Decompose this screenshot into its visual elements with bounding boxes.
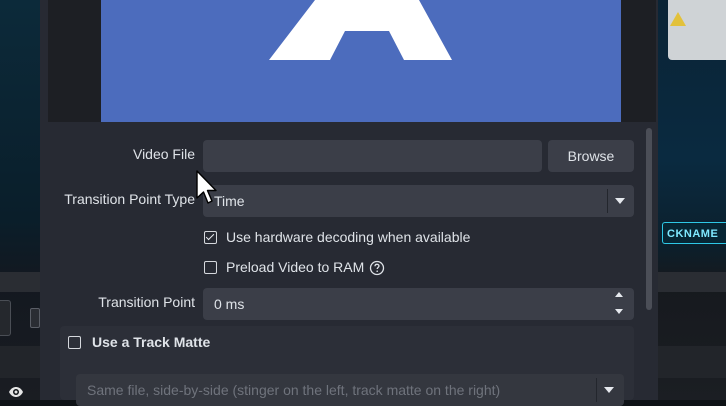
preload-video-label[interactable]: Preload Video to RAM xyxy=(226,259,364,275)
chevron-down-icon[interactable] xyxy=(604,387,614,393)
background-toolbar-right xyxy=(658,272,726,292)
background-scene-right xyxy=(658,0,726,400)
track-matte-checkbox[interactable] xyxy=(68,336,81,349)
scrollbar[interactable] xyxy=(646,128,652,310)
select-divider xyxy=(607,189,608,213)
eye-icon[interactable] xyxy=(8,384,24,400)
background-nickname-label: CKNAME xyxy=(662,222,726,244)
transition-point-type-label: Transition Point Type xyxy=(64,191,195,207)
chevron-down-icon[interactable] xyxy=(615,198,625,204)
background-button xyxy=(0,300,11,336)
hardware-decoding-label[interactable]: Use hardware decoding when available xyxy=(226,229,470,245)
help-circle-icon[interactable] xyxy=(369,260,385,276)
caret-down-icon[interactable] xyxy=(615,309,623,314)
background-bar-right xyxy=(658,346,726,378)
select-divider xyxy=(596,378,597,402)
background-warning-panel xyxy=(668,0,726,60)
stinger-properties-dialog: Video File Browse Transition Point Type … xyxy=(40,0,658,406)
background-toolbar-left xyxy=(0,272,40,292)
browse-button[interactable]: Browse xyxy=(548,140,634,172)
background-button xyxy=(30,308,40,328)
mouse-pointer-icon xyxy=(196,170,217,204)
track-matte-group: Use a Track Matte Same file, side-by-sid… xyxy=(60,326,634,406)
transition-point-spinbox[interactable]: 0 ms xyxy=(203,288,634,320)
track-matte-label[interactable]: Use a Track Matte xyxy=(92,334,210,350)
hardware-decoding-checkbox[interactable] xyxy=(204,231,217,244)
track-matte-layout-value: Same file, side-by-side (stinger on the … xyxy=(87,382,501,398)
preload-video-checkbox[interactable] xyxy=(204,261,217,274)
track-matte-layout-select[interactable]: Same file, side-by-side (stinger on the … xyxy=(76,374,624,406)
caret-up-icon[interactable] xyxy=(615,292,623,297)
preview-logo xyxy=(269,0,452,60)
background-bar-left xyxy=(0,346,40,378)
video-file-input[interactable] xyxy=(203,140,542,172)
background-scene-left xyxy=(0,0,40,400)
hazard-icon xyxy=(670,12,686,26)
transition-point-type-select[interactable]: Time xyxy=(203,185,634,217)
video-file-label: Video File xyxy=(132,146,195,162)
transition-point-label: Transition Point xyxy=(98,294,195,310)
preview-frame xyxy=(48,0,656,122)
transition-point-type-value: Time xyxy=(214,193,245,209)
transition-point-value: 0 ms xyxy=(214,296,245,312)
transition-preview xyxy=(101,0,621,122)
